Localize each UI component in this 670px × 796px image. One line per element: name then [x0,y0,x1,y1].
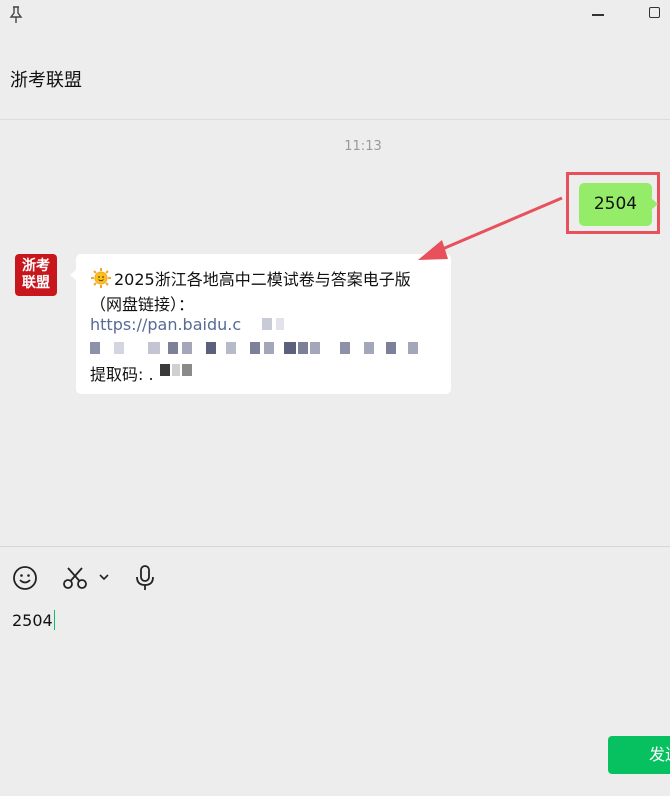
message-subtitle: （网盘链接）： [90,295,195,314]
message-code-line: 提取码: . [90,361,154,385]
emoji-icon[interactable] [12,565,38,591]
pin-icon[interactable] [8,6,24,24]
mosaic-block [340,342,350,354]
chat-title: 浙考联盟 [10,70,82,91]
contact-avatar[interactable]: 浙考 联盟 [15,254,57,296]
mosaic-block [160,364,170,376]
sun-emoji-icon [91,268,111,288]
message-title-text: 2025浙江各地高中二模试卷与答案电子版 [114,270,411,289]
mosaic-block [262,318,272,330]
sent-message-text: 2504 [593,194,638,214]
mosaic-block [284,342,296,354]
mosaic-block [250,342,260,354]
mosaic-block [408,342,418,354]
code-label: 提取码: . [90,365,154,384]
message-timestamp: 11:13 [344,139,382,154]
bubble-tail [70,269,77,281]
mosaic-block [90,342,100,354]
received-message-bubble[interactable]: 2025浙江各地高中二模试卷与答案电子版 （网盘链接）： https://pan… [70,254,451,394]
scissors-icon[interactable] [62,566,88,590]
mosaic-block [172,364,180,376]
message-title-line: 2025浙江各地高中二模试卷与答案电子版 [90,266,411,290]
message-link-text: https://pan.baidu.c [90,315,242,334]
mosaic-block [148,342,160,354]
message-link[interactable]: https://pan.baidu.c [90,315,241,334]
mosaic-block [276,318,284,330]
input-area [0,546,670,796]
mosaic-block [364,342,374,354]
mosaic-block [182,342,192,354]
window-titlebar [0,0,670,32]
mosaic-block [386,342,396,354]
sent-message-bubble[interactable]: 2504 [579,183,658,226]
mosaic-block [206,342,216,354]
mosaic-block [114,342,124,354]
chevron-down-icon[interactable] [98,573,110,581]
message-input-value: 2504 [12,611,53,630]
mosaic-block [182,364,192,376]
send-button[interactable]: 发送 [608,736,670,774]
mosaic-block [168,342,178,354]
mosaic-block [298,342,308,354]
microphone-icon[interactable] [134,564,156,592]
chat-header: 浙考联盟 [0,32,670,120]
avatar-text-line2: 联盟 [22,275,50,291]
minimize-icon[interactable] [592,14,604,16]
avatar-text-line1: 浙考 [22,258,50,274]
message-input[interactable]: 2504 [12,610,56,630]
maximize-icon[interactable] [649,7,660,18]
text-caret [53,610,56,630]
bubble-tail [651,198,658,210]
mosaic-block [310,342,320,354]
mosaic-block [226,342,236,354]
mosaic-block [264,342,274,354]
